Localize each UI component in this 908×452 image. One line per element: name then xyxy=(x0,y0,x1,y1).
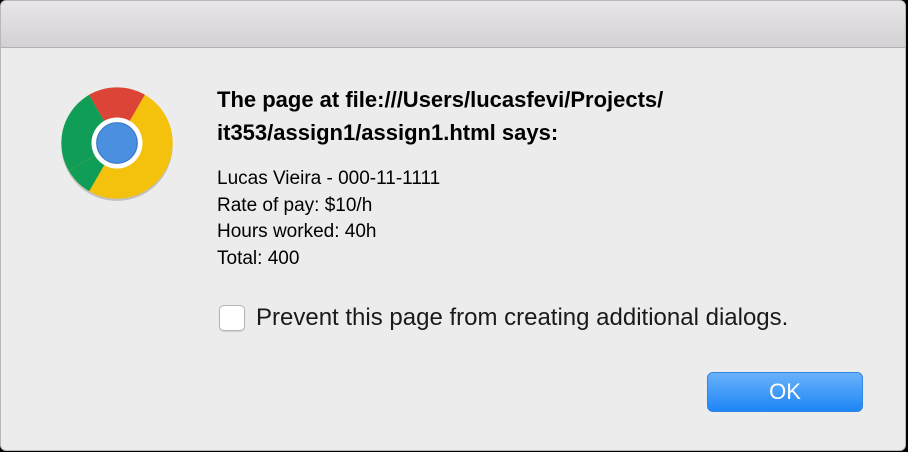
prevent-dialogs-checkbox[interactable] xyxy=(219,305,245,331)
prevent-dialogs-option[interactable]: Prevent this page from creating addition… xyxy=(219,303,788,333)
message-line: Hours worked: 40h xyxy=(217,221,377,242)
message-line: Rate of pay: $10/h xyxy=(217,194,373,216)
prevent-dialogs-label[interactable]: Prevent this page from creating addition… xyxy=(256,304,788,332)
dialog-message: Lucas Vieira - 000-11-1111 Rate of pay: … xyxy=(217,166,440,272)
alert-dialog: The page at file:///Users/lucasfevi/Proj… xyxy=(0,0,906,451)
ok-button[interactable]: OK xyxy=(707,372,863,412)
message-line: Total: 400 xyxy=(217,247,300,269)
message-line: Lucas Vieira - 000-11-1111 xyxy=(217,168,441,189)
dialog-heading-line: The page at file:///Users/lucasfevi/Proj… xyxy=(217,87,664,112)
chrome-logo-icon xyxy=(61,87,173,201)
dialog-titlebar xyxy=(1,1,905,48)
dialog-heading-line: it353/assign1/assign1.html says: xyxy=(217,120,559,145)
dialog-heading: The page at file:///Users/lucasfevi/Proj… xyxy=(217,83,857,149)
